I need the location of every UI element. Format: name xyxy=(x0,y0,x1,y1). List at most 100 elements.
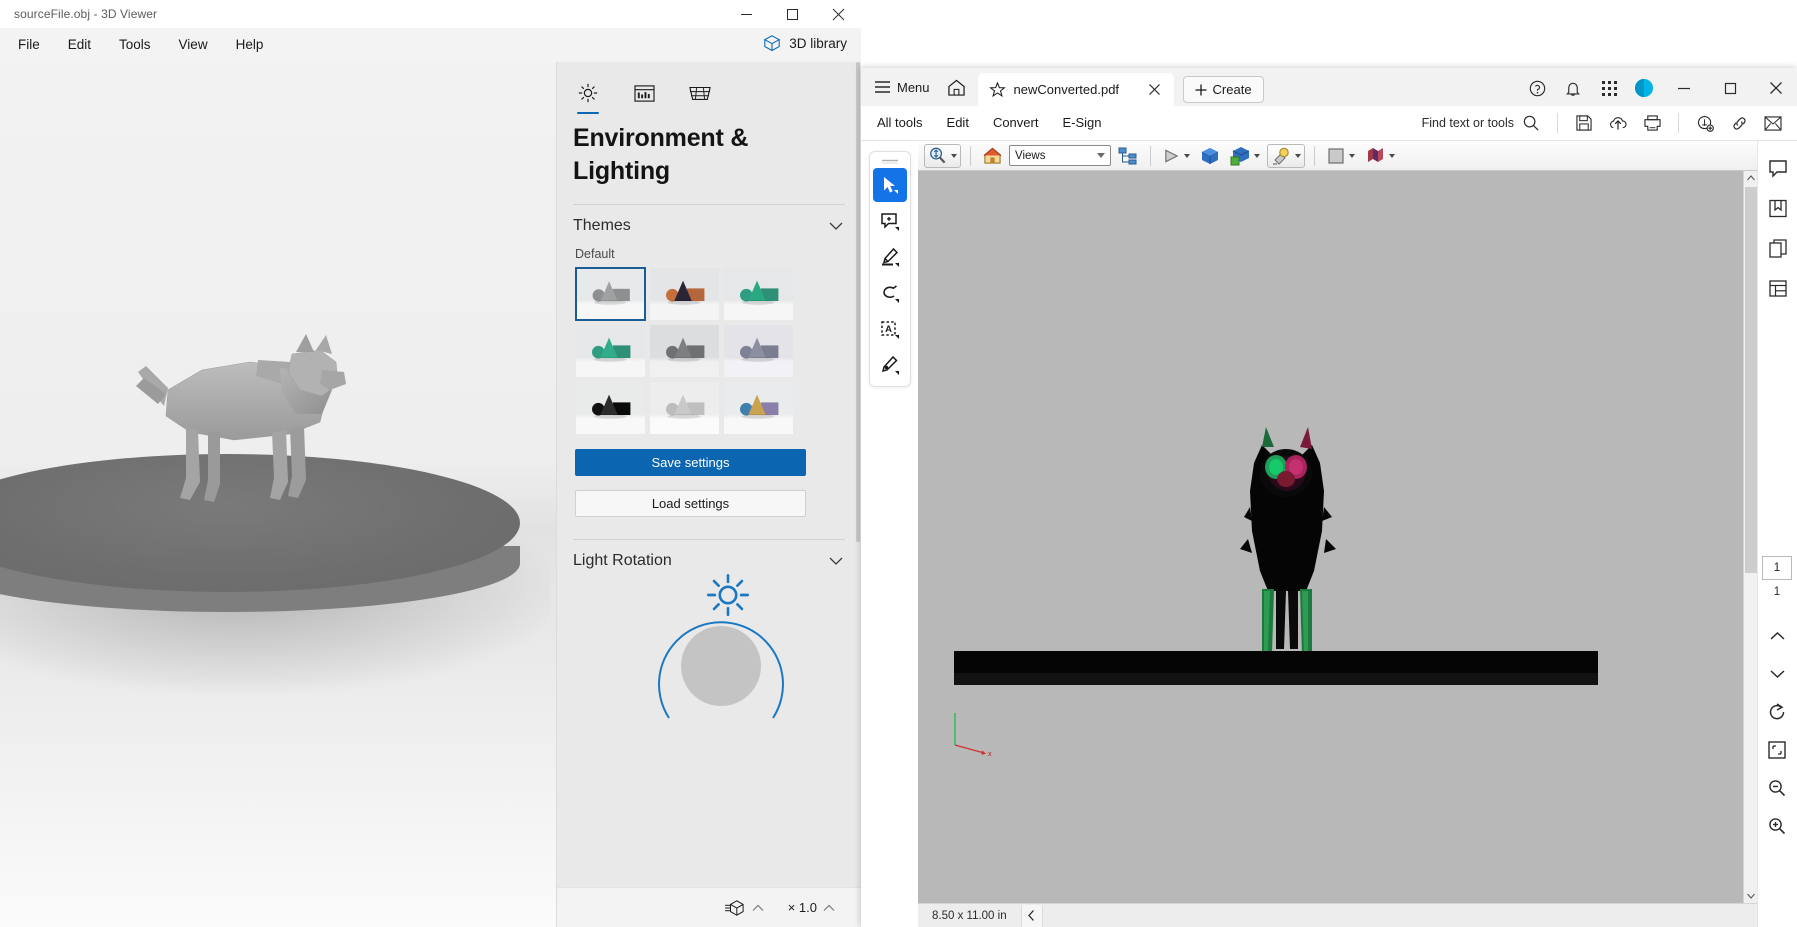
close-icon[interactable] xyxy=(1755,73,1797,103)
drag-handle[interactable] xyxy=(880,156,900,166)
save-settings-button[interactable]: Save settings xyxy=(575,449,806,476)
materials-tab[interactable] xyxy=(629,77,659,109)
model-tree-button[interactable] xyxy=(1115,144,1141,168)
3d-render-canvas[interactable] xyxy=(0,62,556,927)
chevron-down-icon[interactable] xyxy=(1184,153,1190,158)
grid-tab[interactable] xyxy=(685,77,715,109)
rotate-icon[interactable] xyxy=(1762,699,1792,725)
views-dropdown[interactable]: Views xyxy=(1009,145,1111,166)
zoom-control[interactable]: × 1.0 xyxy=(778,900,845,915)
scroll-down-icon[interactable] xyxy=(1744,889,1758,903)
chevron-down-icon[interactable] xyxy=(1349,153,1355,158)
menu-view[interactable]: View xyxy=(165,32,222,58)
find-search[interactable]: Find text or tools xyxy=(1422,115,1547,131)
chevron-down-icon[interactable] xyxy=(1254,153,1260,158)
save-icon[interactable] xyxy=(1568,108,1600,138)
help-icon[interactable] xyxy=(1521,73,1553,103)
chevron-down-icon[interactable] xyxy=(1389,153,1395,158)
menu-button[interactable]: Menu xyxy=(861,68,940,106)
close-icon[interactable] xyxy=(815,0,861,28)
render-mode-button[interactable] xyxy=(1362,144,1398,168)
pdf-vertical-scrollbar[interactable] xyxy=(1743,171,1757,903)
create-button[interactable]: Create xyxy=(1182,76,1264,103)
rotation-knob[interactable] xyxy=(681,626,761,706)
pages-panel-icon[interactable] xyxy=(1763,235,1793,261)
menu-help[interactable]: Help xyxy=(222,32,278,58)
tab-esign[interactable]: E-Sign xyxy=(1050,106,1113,140)
text-edit-tool[interactable]: A xyxy=(873,312,907,346)
parts-button[interactable] xyxy=(1227,144,1263,168)
minimize-icon[interactable] xyxy=(1663,73,1705,103)
close-tab-icon[interactable] xyxy=(1146,81,1164,99)
scroll-up-icon[interactable] xyxy=(1744,171,1758,185)
tab-all-tools[interactable]: All tools xyxy=(877,106,935,140)
acrobat-window: Menu newConverted.pdf Create All tools E… xyxy=(861,68,1797,927)
pdf-scroll-thumb[interactable] xyxy=(1745,187,1757,573)
zoom-in-icon[interactable] xyxy=(1762,813,1792,839)
chevron-up-icon[interactable] xyxy=(823,904,835,912)
panel-scrollbar-thumb[interactable] xyxy=(856,62,860,542)
play-animation-button[interactable] xyxy=(1160,144,1193,168)
draw-tool[interactable] xyxy=(873,276,907,310)
theme-grey[interactable] xyxy=(649,324,720,378)
avatar[interactable] xyxy=(1635,79,1653,97)
previous-page-button[interactable] xyxy=(1762,623,1792,649)
layers-panel-icon[interactable] xyxy=(1763,275,1793,301)
document-tab[interactable]: newConverted.pdf xyxy=(977,73,1174,106)
menu-edit[interactable]: Edit xyxy=(54,32,105,58)
light-rotation-section-header[interactable]: Light Rotation xyxy=(557,540,861,574)
maximize-icon[interactable] xyxy=(1709,73,1751,103)
chevron-down-icon[interactable] xyxy=(1295,153,1301,158)
chevron-down-icon[interactable] xyxy=(951,153,957,158)
theme-default-light[interactable] xyxy=(575,267,646,321)
star-icon[interactable] xyxy=(988,81,1006,98)
home-view-button[interactable] xyxy=(980,144,1005,168)
theme-teal[interactable] xyxy=(723,267,794,321)
theme-colorful[interactable] xyxy=(723,381,794,435)
cube-view-button[interactable] xyxy=(1197,144,1223,168)
theme-dark[interactable] xyxy=(575,381,646,435)
themes-section-header[interactable]: Themes xyxy=(557,205,861,239)
current-page-input[interactable]: 1 xyxy=(1762,556,1792,580)
background-color-button[interactable] xyxy=(1324,144,1358,168)
theme-white[interactable] xyxy=(649,381,720,435)
collapse-panel-button[interactable] xyxy=(1020,904,1043,927)
search-icon[interactable] xyxy=(1523,115,1539,131)
print-icon[interactable] xyxy=(1636,108,1668,138)
load-settings-button[interactable]: Load settings xyxy=(575,490,806,517)
chevron-up-icon[interactable] xyxy=(752,904,764,912)
theme-green[interactable] xyxy=(575,324,646,378)
minimize-icon[interactable] xyxy=(723,0,769,28)
lighting-tab[interactable] xyxy=(573,77,603,114)
apps-grid-icon[interactable] xyxy=(1593,73,1625,103)
light-rotation-control[interactable] xyxy=(557,573,861,758)
select-tool[interactable] xyxy=(872,168,907,202)
theme-sunset[interactable] xyxy=(649,267,720,321)
upload-cloud-icon[interactable] xyxy=(1602,108,1634,138)
sign-tool[interactable] xyxy=(873,348,907,382)
maximize-icon[interactable] xyxy=(769,0,815,28)
lighting-button[interactable] xyxy=(1267,143,1305,168)
tab-convert[interactable]: Convert xyxy=(981,106,1051,140)
menu-file[interactable]: File xyxy=(4,32,54,58)
bell-icon[interactable] xyxy=(1557,73,1589,103)
menu-tools[interactable]: Tools xyxy=(105,32,165,58)
tab-edit[interactable]: Edit xyxy=(935,106,981,140)
add-stamp-icon[interactable] xyxy=(1689,108,1721,138)
comment-tool[interactable] xyxy=(873,204,907,238)
mail-icon[interactable] xyxy=(1757,108,1789,138)
bookmark-icon[interactable] xyxy=(1763,195,1793,221)
theme-lavender[interactable] xyxy=(723,324,794,378)
highlight-tool[interactable] xyxy=(873,240,907,274)
3d-library-button[interactable]: 3D library xyxy=(763,34,847,52)
zoom-out-icon[interactable] xyxy=(1762,775,1792,801)
next-page-button[interactable] xyxy=(1762,661,1792,687)
model-info-control[interactable] xyxy=(714,899,774,917)
home-button[interactable] xyxy=(940,68,974,106)
link-icon[interactable] xyxy=(1723,108,1755,138)
comment-panel-icon[interactable] xyxy=(1763,155,1793,181)
3d-zoom-tool[interactable] xyxy=(924,143,961,168)
highlighter-icon xyxy=(881,247,899,267)
pdf-page-canvas[interactable]: x xyxy=(918,171,1757,903)
fit-page-icon[interactable] xyxy=(1762,737,1792,763)
